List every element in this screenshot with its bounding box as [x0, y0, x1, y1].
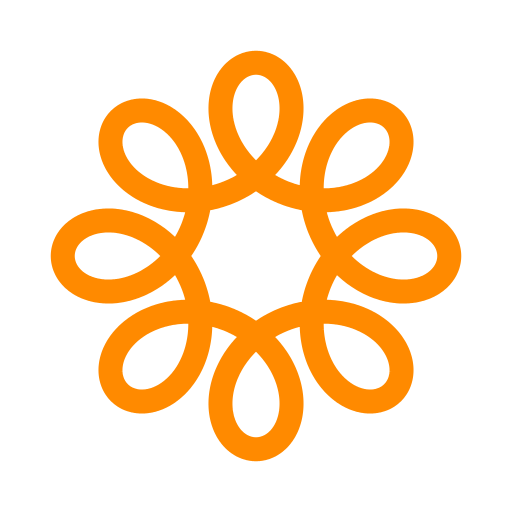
flower-loop-outline	[50, 50, 462, 462]
app-icon-canvas	[0, 0, 512, 512]
looped-flower-logo-icon	[50, 50, 462, 462]
